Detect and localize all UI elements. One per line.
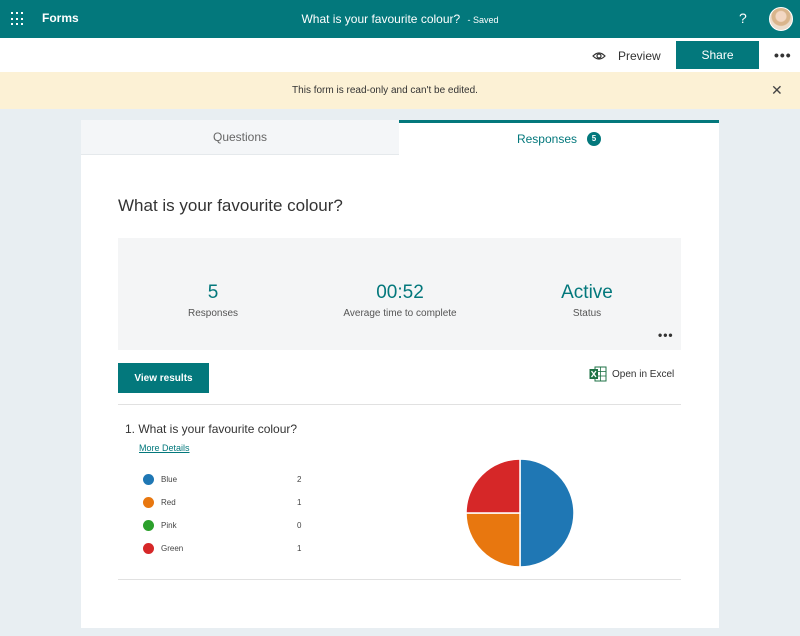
form-title-header: What is your favourite colour? - Saved	[0, 12, 800, 26]
status-label: Status	[572, 308, 602, 319]
tab-responses-label: Responses	[516, 132, 578, 146]
preview-button[interactable]: Preview	[592, 47, 661, 65]
form-card: Questions Responses 5 What is your favou…	[81, 120, 719, 628]
eye-icon	[592, 52, 606, 60]
status-value: Active	[561, 282, 613, 303]
legend-label: Red	[161, 498, 176, 507]
tab-questions[interactable]: Questions	[81, 120, 399, 155]
pie-slice-blue	[519, 458, 575, 568]
more-details-link[interactable]: More Details	[139, 443, 190, 453]
legend-swatch	[143, 543, 154, 554]
page-title: What is your favourite colour?	[118, 196, 343, 215]
avg-time-value: 00:52	[376, 282, 424, 303]
legend-label: Green	[161, 544, 184, 553]
pie-chart	[465, 458, 575, 568]
open-in-excel-button[interactable]: Open in Excel	[589, 366, 674, 382]
help-icon[interactable]: ?	[739, 10, 747, 26]
pie-slice-green	[465, 458, 521, 514]
read-only-banner: This form is read-only and can't be edit…	[0, 72, 800, 109]
responses-label: Responses	[187, 308, 239, 319]
responses-value: 5	[207, 282, 219, 303]
tab-questions-label: Questions	[212, 130, 268, 144]
share-button[interactable]: Share	[676, 41, 759, 69]
app-header: Forms What is your favourite colour? - S…	[0, 0, 800, 38]
banner-message: This form is read-only and can't be edit…	[292, 85, 478, 96]
legend-item: Green 1	[143, 541, 313, 564]
status-stat: Active Status	[527, 282, 647, 319]
header-form-title: What is your favourite colour?	[301, 12, 461, 26]
question-title: 1. What is your favourite colour?	[125, 422, 298, 436]
legend-count: 2	[297, 475, 302, 484]
responses-stat: 5 Responses	[153, 282, 273, 319]
more-options-icon[interactable]: •••	[774, 47, 792, 63]
response-summary: 5 Responses 00:52 Average time to comple…	[118, 238, 681, 350]
divider	[118, 579, 681, 580]
avatar[interactable]	[769, 7, 793, 31]
saved-status: - Saved	[467, 15, 499, 25]
tab-responses[interactable]: Responses 5	[399, 120, 719, 155]
view-results-button[interactable]: View results	[118, 363, 209, 393]
legend-item: Blue 2	[143, 472, 313, 495]
open-in-excel-label: Open in Excel	[612, 368, 675, 380]
divider	[118, 404, 681, 405]
pie-slice-red	[465, 512, 521, 568]
legend-label: Blue	[161, 475, 178, 484]
avg-time-label: Average time to complete	[343, 308, 457, 319]
legend-swatch	[143, 520, 154, 531]
legend-item: Pink 0	[143, 518, 313, 541]
legend-swatch	[143, 474, 154, 485]
legend-swatch	[143, 497, 154, 508]
responses-count-badge: 5	[587, 132, 602, 146]
legend-label: Pink	[161, 521, 177, 530]
command-bar: Preview Share •••	[0, 38, 800, 72]
legend-count: 1	[297, 544, 302, 553]
summary-more-icon[interactable]: •••	[658, 328, 674, 342]
excel-icon	[589, 366, 607, 382]
legend-count: 0	[297, 521, 302, 530]
close-icon[interactable]: ✕	[771, 82, 783, 99]
preview-label: Preview	[618, 49, 661, 63]
chart-legend: Blue 2 Red 1 Pink 0 Green 1	[143, 472, 313, 564]
legend-item: Red 1	[143, 495, 313, 518]
avg-time-stat: 00:52 Average time to complete	[320, 282, 480, 319]
legend-count: 1	[297, 498, 302, 507]
